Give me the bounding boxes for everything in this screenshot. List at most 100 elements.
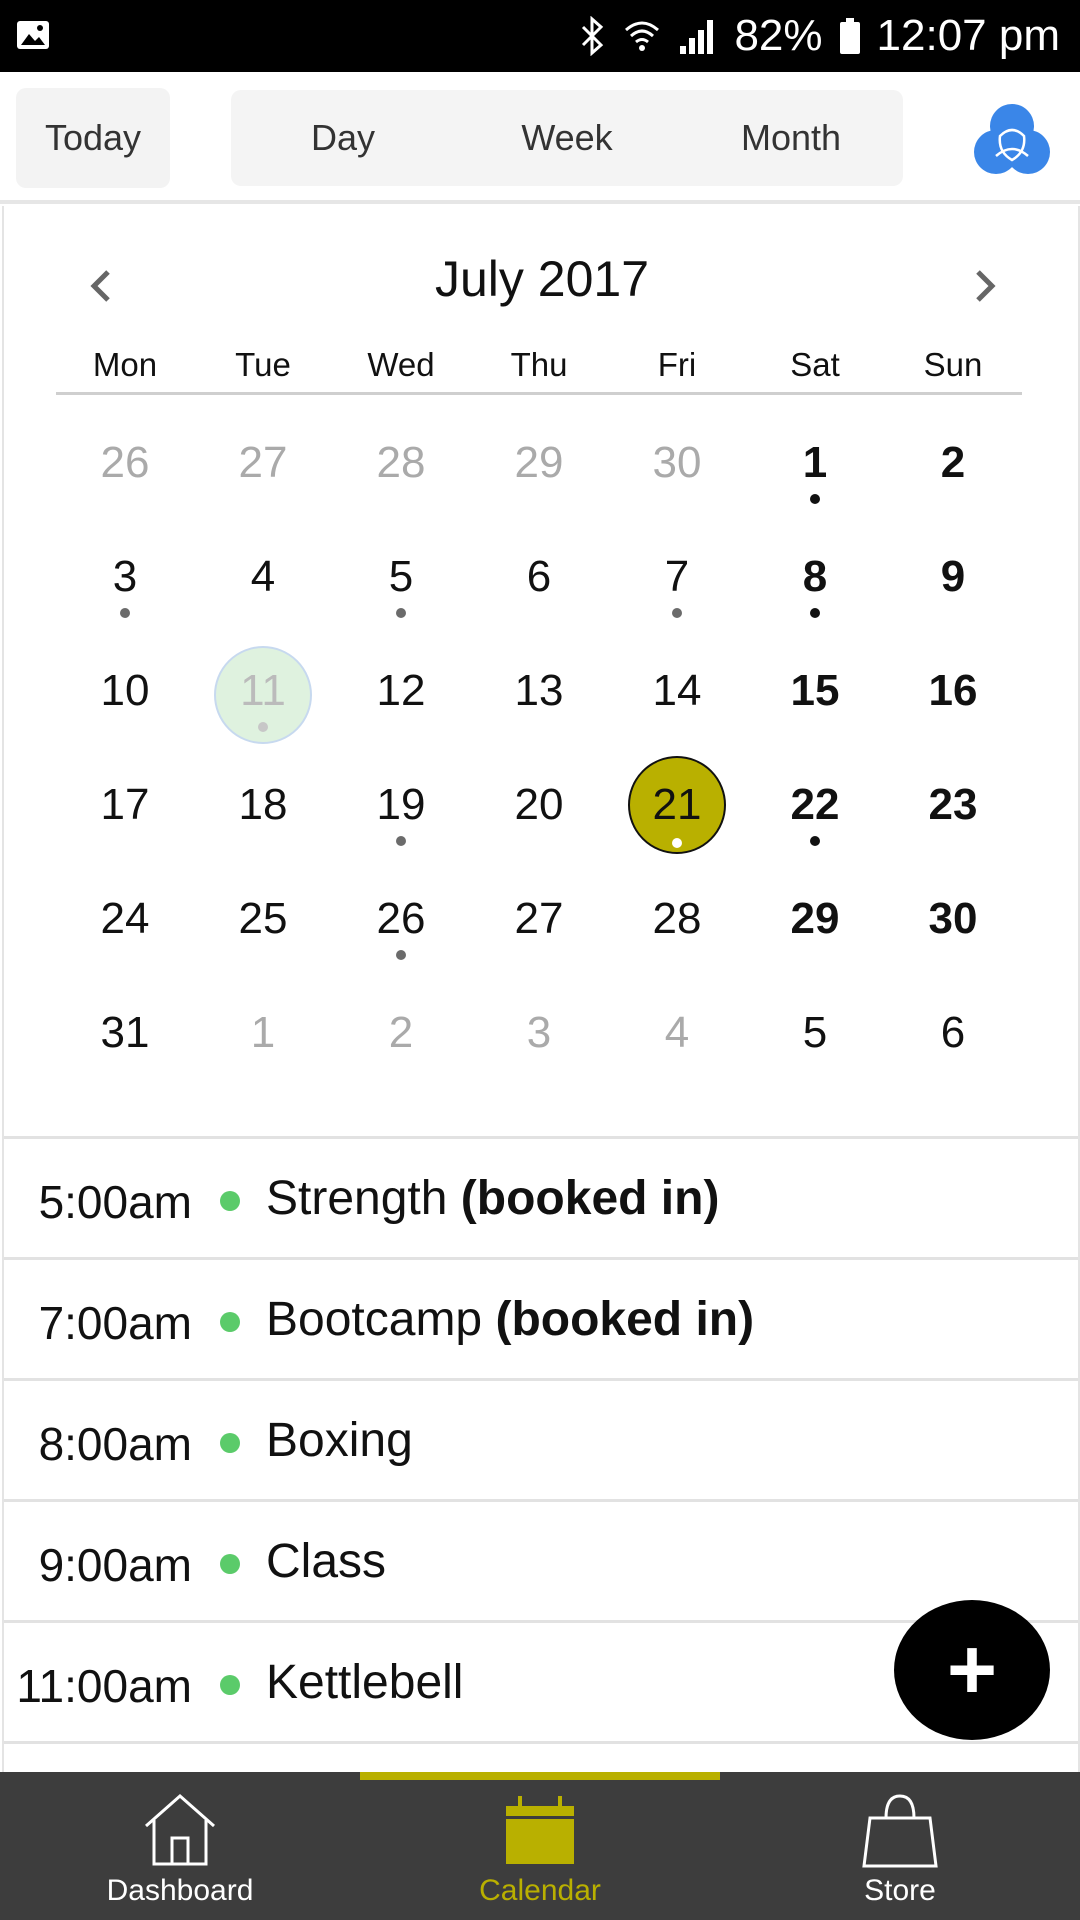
week-row: 10 11 12 13 14 15 16 [56, 634, 1022, 748]
day-cell[interactable]: 15 [746, 634, 884, 748]
day-cell[interactable]: 29 [470, 406, 608, 520]
event-name: Strength [266, 1172, 448, 1225]
day-cell[interactable]: 28 [332, 406, 470, 520]
day-cell[interactable]: 5 [332, 520, 470, 634]
day-number: 27 [514, 894, 564, 943]
event-row[interactable]: 9:00am Class [4, 1499, 1078, 1620]
day-cell[interactable]: 20 [470, 748, 608, 862]
weekday-header: Mon Tue Wed Thu Fri Sat Sun [56, 346, 1022, 398]
view-month-button[interactable]: Month [679, 117, 903, 159]
day-number: 4 [664, 1008, 690, 1057]
event-status-dot [220, 1312, 240, 1332]
today-button[interactable]: Today [16, 88, 170, 188]
day-cell[interactable]: 3 [470, 976, 608, 1090]
bottom-navigation: Dashboard Calendar Store [0, 1772, 1080, 1920]
day-number: 4 [250, 552, 276, 601]
add-event-button[interactable]: + [894, 1600, 1050, 1740]
day-cell[interactable]: 1 [746, 406, 884, 520]
day-cell[interactable]: 7 [608, 520, 746, 634]
day-cell[interactable]: 6 [884, 976, 1022, 1090]
day-cell[interactable]: 25 [194, 862, 332, 976]
day-cell[interactable]: 2 [884, 406, 1022, 520]
day-cell[interactable]: 27 [194, 406, 332, 520]
day-cell[interactable]: 26 [332, 862, 470, 976]
day-cell[interactable]: 5 [746, 976, 884, 1090]
view-day-button[interactable]: Day [231, 117, 455, 159]
event-time: 11:00am [16, 1660, 192, 1712]
chevron-right-icon[interactable] [964, 266, 1004, 306]
day-cell[interactable]: 30 [608, 406, 746, 520]
day-cell[interactable]: 24 [56, 862, 194, 976]
day-number: 14 [652, 666, 702, 715]
view-week-button[interactable]: Week [455, 117, 679, 159]
day-cell[interactable]: 23 [884, 748, 1022, 862]
month-title: July 2017 [434, 251, 650, 307]
event-time: 5:00am [38, 1176, 192, 1228]
day-cell[interactable]: 19 [332, 748, 470, 862]
day-number: 20 [514, 780, 564, 829]
day-cell[interactable]: 31 [56, 976, 194, 1090]
day-cell[interactable]: 1 [194, 976, 332, 1090]
day-cell[interactable]: 8 [746, 520, 884, 634]
event-title: Kettlebell [266, 1655, 463, 1710]
day-cell[interactable]: 16 [884, 634, 1022, 748]
day-cell[interactable]: 4 [194, 520, 332, 634]
day-number: 16 [928, 666, 978, 715]
day-number: 10 [100, 666, 150, 715]
event-row[interactable]: 5:00am Strength (booked in) [4, 1136, 1078, 1257]
nav-dashboard[interactable]: Dashboard [0, 1772, 360, 1920]
weekday-label: Tue [235, 346, 291, 383]
day-cell[interactable]: 17 [56, 748, 194, 862]
nav-store[interactable]: Store [720, 1772, 1080, 1920]
day-cell[interactable]: 18 [194, 748, 332, 862]
day-number: 28 [652, 894, 702, 943]
day-number: 30 [652, 438, 702, 487]
today-day[interactable]: 11 [194, 634, 332, 748]
signal-icon [680, 20, 714, 54]
event-status-dot [220, 1433, 240, 1453]
weekday-divider [56, 392, 1022, 395]
event-status-dot [220, 1554, 240, 1574]
event-indicator-dot [396, 950, 406, 960]
weekday-label: Fri [657, 346, 697, 383]
nav-calendar[interactable]: Calendar [360, 1772, 720, 1920]
day-cell[interactable]: 9 [884, 520, 1022, 634]
event-status-dot [220, 1191, 240, 1211]
event-row[interactable]: 7:00am Bootcamp (booked in) [4, 1257, 1078, 1378]
day-cell[interactable]: 26 [56, 406, 194, 520]
day-number: 23 [928, 780, 978, 829]
week-row: 24 25 26 27 28 29 30 [56, 862, 1022, 976]
day-number: 6 [526, 552, 552, 601]
day-cell[interactable]: 22 [746, 748, 884, 862]
event-time: 8:00am [38, 1418, 192, 1470]
week-row: 17 18 19 20 21 22 23 [56, 748, 1022, 862]
day-number: 25 [238, 894, 288, 943]
day-cell[interactable]: 12 [332, 634, 470, 748]
day-cell[interactable]: 3 [56, 520, 194, 634]
selected-day[interactable]: 21 [608, 748, 746, 862]
view-switcher: Day Week Month [231, 90, 903, 186]
shopping-bag-icon [862, 1794, 938, 1868]
day-cell[interactable]: 29 [746, 862, 884, 976]
month-calendar: July 2017 Mon Tue Wed Thu Fri Sat Sun 26 27 28 29… [2, 206, 1080, 1136]
day-cell[interactable]: 27 [470, 862, 608, 976]
event-title: Bootcamp (booked in) [266, 1292, 754, 1347]
day-cell[interactable]: 28 [608, 862, 746, 976]
calendar-icon [506, 1796, 574, 1864]
day-cell[interactable]: 4 [608, 976, 746, 1090]
event-row-divider [4, 1741, 1078, 1772]
day-cell[interactable]: 30 [884, 862, 1022, 976]
day-cell[interactable]: 6 [470, 520, 608, 634]
day-cell[interactable]: 2 [332, 976, 470, 1090]
day-cell[interactable]: 13 [470, 634, 608, 748]
event-indicator-dot [672, 838, 682, 848]
day-number: 24 [100, 894, 150, 943]
event-row[interactable]: 8:00am Boxing [4, 1378, 1078, 1499]
day-number: 9 [940, 552, 966, 601]
app-logo-icon[interactable] [972, 102, 1052, 178]
day-number: 5 [388, 552, 414, 601]
day-number: 11 [240, 666, 286, 715]
event-indicator-dot [672, 608, 682, 618]
day-cell[interactable]: 10 [56, 634, 194, 748]
day-cell[interactable]: 14 [608, 634, 746, 748]
